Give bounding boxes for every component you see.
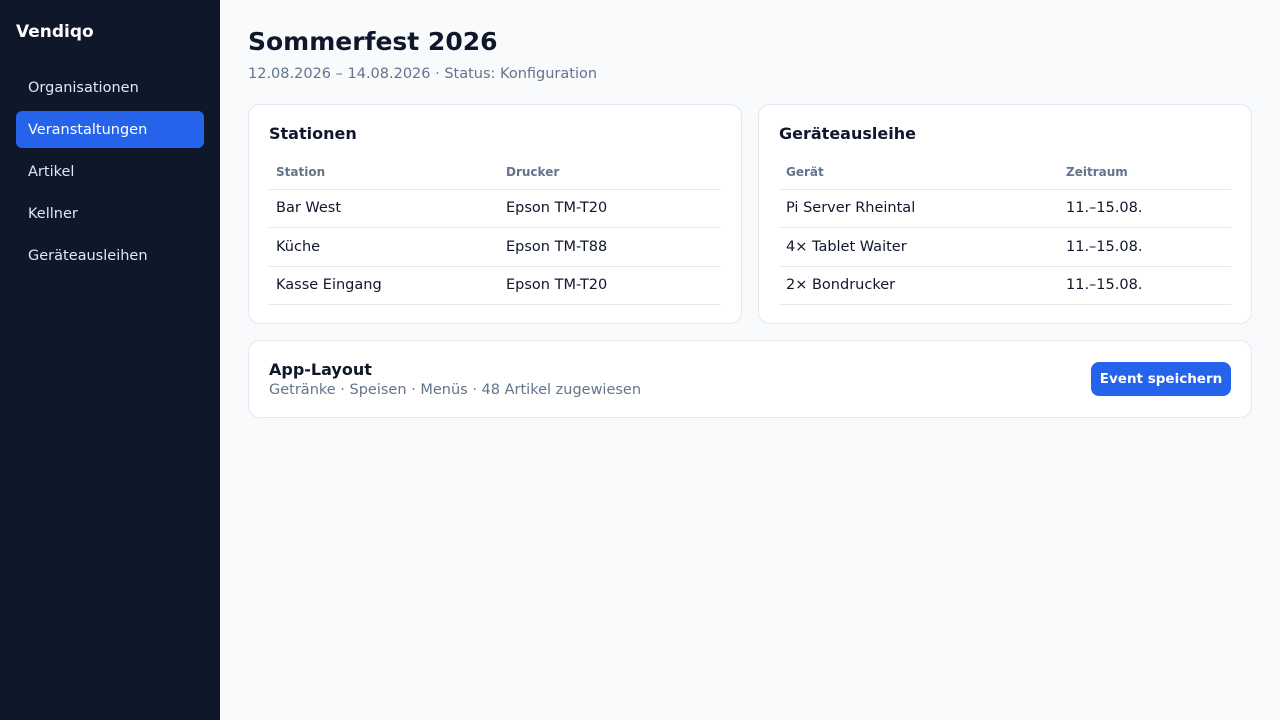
sidebar-item-veranstaltungen[interactable]: Veranstaltungen (16, 111, 204, 148)
station-name: Kasse Eingang (269, 266, 499, 305)
device-rental-title: Geräteausleihe (779, 124, 916, 143)
sidebar-item-label: Geräteausleihen (28, 247, 148, 264)
stations-title: Stationen (269, 124, 357, 143)
table-row[interactable]: 2× Bondrucker 11.–15.08. (779, 266, 1231, 305)
sidebar-item-kellner[interactable]: Kellner (16, 195, 204, 232)
device-period: 11.–15.08. (1059, 266, 1231, 305)
station-name: Bar West (269, 189, 499, 228)
sidebar-nav: Organisationen Veranstaltungen Artikel K… (16, 69, 204, 279)
app-brand: Vendiqo (16, 22, 94, 42)
sidebar-item-label: Artikel (28, 163, 75, 180)
table-header-row: Station Drucker (269, 156, 721, 190)
device-rental-card: Geräteausleihe Gerät Zeitraum Pi Server … (758, 104, 1252, 324)
sidebar-item-label: Veranstaltungen (28, 121, 148, 138)
table-row[interactable]: 4× Tablet Waiter 11.–15.08. (779, 227, 1231, 267)
column-header-geraet: Gerät (779, 156, 1059, 190)
sidebar-item-label: Organisationen (28, 79, 139, 96)
save-event-button[interactable]: Event speichern (1091, 362, 1231, 396)
table-row[interactable]: Küche Epson TM-T88 (269, 227, 721, 267)
app-layout-title: App-Layout (269, 360, 372, 379)
table-row[interactable]: Kasse Eingang Epson TM-T20 (269, 266, 721, 305)
station-printer: Epson TM-T20 (499, 189, 721, 228)
sidebar-item-geraeteausleihen[interactable]: Geräteausleihen (16, 237, 204, 274)
device-period: 11.–15.08. (1059, 227, 1231, 267)
table-row[interactable]: Bar West Epson TM-T20 (269, 189, 721, 228)
sidebar-item-artikel[interactable]: Artikel (16, 153, 204, 190)
device-period: 11.–15.08. (1059, 189, 1231, 228)
station-printer: Epson TM-T88 (499, 227, 721, 267)
device-name: 4× Tablet Waiter (779, 227, 1059, 267)
device-name: Pi Server Rheintal (779, 189, 1059, 228)
table-header-row: Gerät Zeitraum (779, 156, 1231, 190)
column-header-drucker: Drucker (499, 156, 721, 190)
stations-table: Station Drucker Bar West Epson TM-T20 Kü… (269, 156, 721, 305)
sidebar: Vendiqo Organisationen Veranstaltungen A… (0, 0, 220, 720)
station-printer: Epson TM-T20 (499, 266, 721, 305)
event-subtitle: 12.08.2026 – 14.08.2026 · Status: Konfig… (248, 66, 598, 82)
app-layout-summary: Getränke · Speisen · Menüs · 48 Artikel … (269, 382, 642, 398)
column-header-station: Station (269, 156, 499, 190)
page-title: Sommerfest 2026 (248, 27, 498, 56)
sidebar-item-label: Kellner (28, 205, 78, 222)
sidebar-item-organisationen[interactable]: Organisationen (16, 69, 204, 106)
app-layout-card: App-Layout Getränke · Speisen · Menüs · … (248, 340, 1252, 418)
column-header-zeitraum: Zeitraum (1059, 156, 1231, 190)
station-name: Küche (269, 227, 499, 267)
stations-card: Stationen Station Drucker Bar West Epson… (248, 104, 742, 324)
device-name: 2× Bondrucker (779, 266, 1059, 305)
device-rental-table: Gerät Zeitraum Pi Server Rheintal 11.–15… (779, 156, 1231, 305)
table-row[interactable]: Pi Server Rheintal 11.–15.08. (779, 189, 1231, 228)
